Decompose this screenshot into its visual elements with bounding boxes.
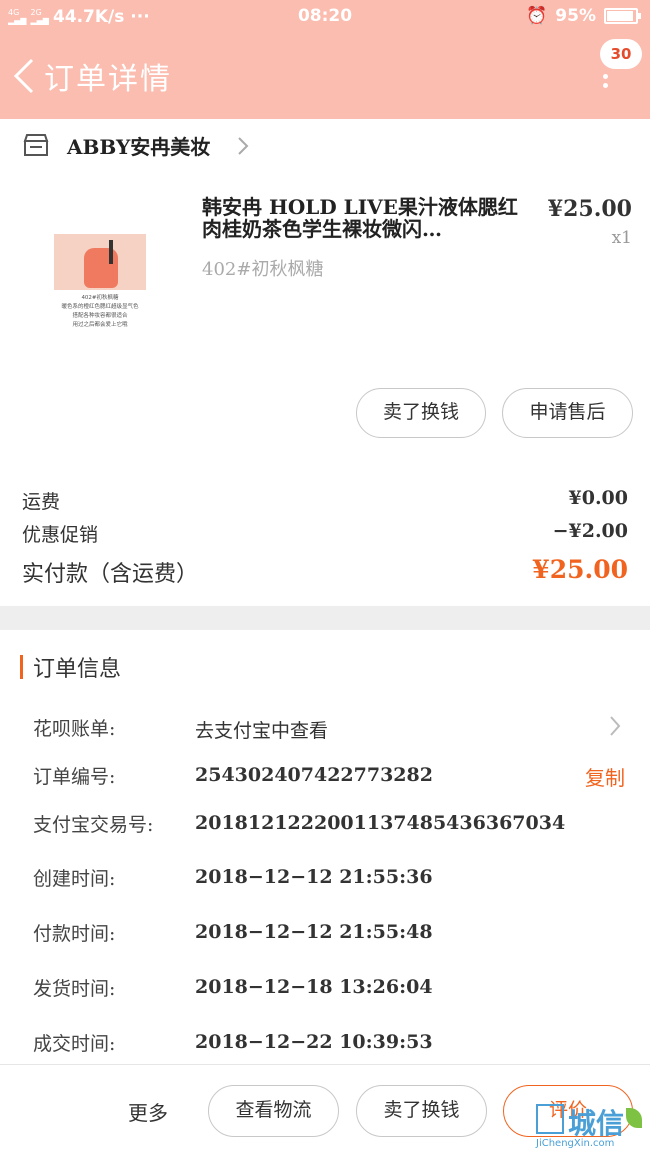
- shop-name: ABBY安冉美妆: [67, 135, 211, 159]
- battery-percent: 95%: [555, 6, 596, 26]
- completed-time: 2018−12−22 10:39:53: [195, 1031, 433, 1053]
- sell-for-cash-bottom-button[interactable]: 卖了换钱: [356, 1085, 487, 1137]
- section-accent-bar: [20, 655, 23, 679]
- watermark-box-icon: [536, 1104, 564, 1134]
- watermark-brand: 城信: [568, 1107, 625, 1140]
- product-price: ¥25.00: [547, 196, 632, 222]
- huabei-label: 花呗账单:: [33, 718, 116, 740]
- section-divider: [0, 606, 650, 630]
- leaf-icon: [626, 1108, 642, 1128]
- shipped-time-label: 发货时间:: [33, 978, 116, 1000]
- brush-icon: [109, 240, 113, 264]
- product-photo: [54, 234, 146, 290]
- watermark-url: JiChengXin.com: [536, 1138, 615, 1149]
- status-bar: 4G ▂▄▆ 2G ▂▄▆ 44.7K/s ··· 08:20 ⏰ 95%: [0, 0, 650, 34]
- chevron-right-icon[interactable]: [608, 715, 622, 737]
- status-right: ⏰ 95%: [526, 6, 641, 26]
- after-sale-button[interactable]: 申请售后: [502, 388, 633, 438]
- created-time-label: 创建时间:: [33, 868, 116, 890]
- product-image[interactable]: 402#初秋枫糖 暖色系的橙红色腮红超级显气色 搭配各种妆容都很适合 用过之后都…: [50, 232, 150, 342]
- watermark-logo: 城信 JiChengXin.com: [530, 1100, 650, 1155]
- paid-total: ¥25.00: [532, 555, 628, 584]
- paid-label: 实付款（含运费）: [22, 562, 199, 587]
- discount-label: 优惠促销: [22, 524, 99, 546]
- order-number-label: 订单编号:: [33, 766, 116, 788]
- product-quantity: x1: [611, 228, 632, 248]
- completed-time-label: 成交时间:: [33, 1033, 116, 1055]
- message-badge[interactable]: 30: [600, 39, 642, 69]
- product-title[interactable]: 韩安冉 HOLD LIVE果汁液体腮红肉桂奶茶色学生裸妆微闪…: [202, 196, 532, 240]
- shipping-label: 运费: [22, 491, 61, 513]
- more-button[interactable]: 更多: [128, 1097, 168, 1126]
- shipped-time: 2018−12−18 13:26:04: [195, 976, 433, 998]
- product-variant: 402#初秋枫糖: [202, 259, 324, 280]
- alipay-trade-label: 支付宝交易号:: [33, 814, 154, 836]
- copy-button[interactable]: 复制: [585, 762, 625, 791]
- shop-row[interactable]: ABBY安冉美妆: [0, 124, 650, 164]
- alipay-trade-number: 2018121222001137485436367034: [195, 812, 566, 834]
- product-image-caption: 402#初秋枫糖 暖色系的橙红色腮红超级显气色 搭配各种妆容都很适合 用过之后都…: [61, 295, 139, 328]
- more-menu-icon[interactable]: [602, 74, 610, 94]
- alarm-icon: ⏰: [526, 6, 548, 26]
- chevron-right-icon: [238, 137, 249, 155]
- battery-icon: [604, 8, 641, 24]
- discount-value: −¥2.00: [552, 520, 628, 542]
- shipping-value: ¥0.00: [568, 487, 629, 509]
- back-arrow-icon[interactable]: [10, 58, 40, 94]
- view-logistics-button[interactable]: 查看物流: [208, 1085, 339, 1137]
- created-time: 2018−12−12 21:55:36: [195, 866, 433, 888]
- store-icon: [23, 134, 49, 156]
- order-info-heading: 订单信息: [33, 657, 122, 682]
- page-title: 订单详情: [44, 62, 172, 97]
- paid-time-label: 付款时间:: [33, 923, 116, 945]
- header: 订单详情 30: [0, 34, 650, 119]
- huabei-link[interactable]: 去支付宝中查看: [195, 716, 328, 743]
- order-number: 254302407422773282: [195, 764, 433, 786]
- paid-time: 2018−12−12 21:55:48: [195, 921, 433, 943]
- sell-for-cash-button[interactable]: 卖了换钱: [356, 388, 486, 438]
